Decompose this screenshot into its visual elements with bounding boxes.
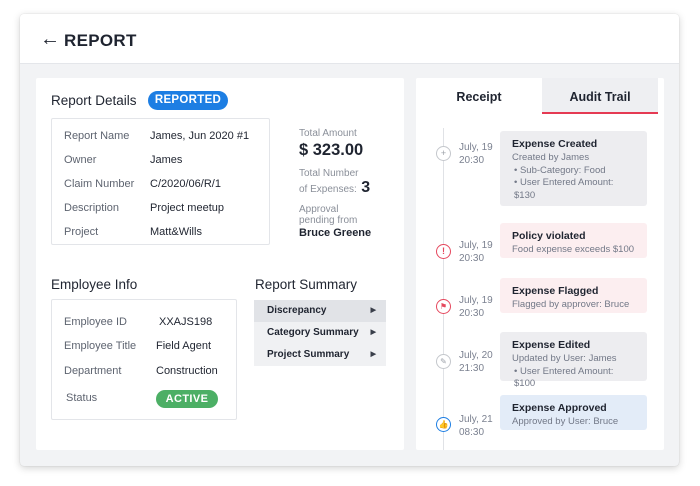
timeline-date: July, 20 21:30	[459, 350, 493, 374]
expenses-count-label-2: of Expenses:	[299, 184, 357, 195]
timeline-card-title: Policy violated	[512, 230, 586, 242]
employee-info-title: Employee Info	[51, 277, 138, 292]
report-panel: Report Details REPORTED Report Name Jame…	[36, 78, 404, 450]
detail-label: Description	[64, 202, 120, 214]
status-badge: REPORTED	[148, 91, 228, 110]
detail-value: Matt&Wills	[150, 226, 202, 238]
summary-item-category[interactable]: Category Summary ▶	[254, 322, 386, 344]
page-header: ← REPORT	[20, 14, 679, 64]
summary-item-label: Discrepancy	[267, 305, 327, 316]
caret-right-icon: ▶	[370, 307, 376, 314]
employee-label: Employee ID	[64, 316, 127, 328]
timeline-card-title: Expense Flagged	[512, 285, 599, 297]
employee-value: Construction	[156, 365, 218, 377]
alert-icon: !	[436, 244, 451, 259]
timeline-card-line: Approved by User: Bruce	[512, 416, 619, 427]
report-window: ← REPORT Report Details REPORTED Report …	[20, 14, 679, 466]
back-arrow-icon[interactable]: ←	[40, 28, 60, 50]
detail-value: C/2020/06/R/1	[150, 178, 221, 190]
timeline-date: July, 19 20:30	[459, 142, 493, 166]
timeline-card[interactable]: Expense Edited Updated by User: James • …	[500, 332, 647, 389]
report-details-box: Report Name James, Jun 2020 #1 Owner Jam…	[51, 118, 270, 245]
tab-audit-trail[interactable]: Audit Trail	[542, 78, 658, 114]
report-summary-menu: Discrepancy ▶ Category Summary ▶ Project…	[254, 300, 386, 366]
approver-name: Bruce Greene	[299, 227, 372, 239]
timeline-card-line: Food expense exceeds $100	[512, 244, 635, 255]
thumbs-up-icon: 👍	[436, 417, 451, 432]
approval-label-2: pending from	[299, 215, 358, 226]
employee-value: XXAJS198	[159, 316, 213, 328]
timeline-date: July, 19 20:30	[459, 295, 493, 319]
detail-label: Owner	[64, 154, 97, 166]
caret-right-icon: ▶	[370, 329, 376, 336]
employee-status-badge: ACTIVE	[156, 390, 218, 408]
timeline-card-title: Expense Created	[512, 138, 598, 150]
summary-item-project[interactable]: Project Summary ▶	[254, 344, 386, 366]
total-amount-label: Total Amount	[299, 128, 357, 139]
plus-icon: +	[436, 146, 451, 161]
approval-label-1: Approval	[299, 204, 339, 215]
caret-right-icon: ▶	[370, 351, 376, 358]
audit-panel: Receipt Audit Trail + July, 19 20:30 Expe…	[416, 78, 664, 450]
employee-label: Employee Title	[64, 340, 137, 352]
employee-value: Field Agent	[156, 340, 212, 352]
summary-item-label: Category Summary	[267, 327, 359, 338]
total-amount-value: $ 323.00	[299, 141, 364, 159]
pencil-icon: ✎	[436, 354, 451, 369]
detail-label: Claim Number	[64, 178, 135, 190]
panel-tabs: Receipt Audit Trail	[416, 78, 664, 114]
timeline-card-title: Expense Edited	[512, 339, 591, 351]
report-summary-title: Report Summary	[255, 277, 358, 292]
timeline-card-line: Updated by User: James	[512, 353, 617, 364]
employee-info-box: Employee ID XXAJS198 Employee Title Fiel…	[51, 299, 237, 420]
summary-item-discrepancy[interactable]: Discrepancy ▶	[254, 300, 386, 322]
detail-value: James	[150, 154, 183, 166]
timeline-card[interactable]: Expense Flagged Flagged by approver: Bru…	[500, 278, 647, 313]
summary-item-label: Project Summary	[267, 349, 350, 360]
page-title: REPORT	[64, 31, 137, 50]
timeline-card[interactable]: Expense Approved Approved by User: Bruce	[500, 395, 647, 430]
employee-label: Department	[64, 365, 122, 377]
detail-label: Project	[64, 226, 99, 238]
timeline-card-title: Expense Approved	[512, 402, 607, 414]
detail-value: James, Jun 2020 #1	[150, 130, 250, 142]
expenses-count-label-1: Total Number	[299, 168, 359, 179]
employee-status-label: Status	[66, 392, 98, 404]
detail-label: Report Name	[64, 130, 130, 142]
expenses-count-value: 3	[361, 179, 371, 196]
timeline-card[interactable]: Expense Created Created by James • Sub-C…	[500, 131, 647, 206]
timeline-date: July, 19 20:30	[459, 240, 493, 264]
timeline-line	[443, 128, 444, 450]
timeline-card-line: • Sub-Category: Food	[514, 164, 606, 176]
report-details-title: Report Details	[51, 93, 137, 108]
detail-value: Project meetup	[150, 202, 224, 214]
timeline-card-line: Flagged by approver: Bruce	[512, 299, 630, 310]
timeline-card-line: Created by James	[512, 152, 590, 163]
flag-icon: ⚑	[436, 299, 451, 314]
report-totals: Total Amount $ 323.00 Total Number of Ex…	[299, 128, 399, 239]
timeline-card-line: • User Entered Amount: $130	[514, 177, 614, 201]
tab-receipt[interactable]: Receipt	[416, 78, 542, 114]
timeline-card[interactable]: Policy violated Food expense exceeds $10…	[500, 223, 647, 258]
timeline-date: July, 21 08:30	[459, 414, 493, 438]
timeline-card-line: • User Entered Amount: $100	[514, 365, 614, 390]
